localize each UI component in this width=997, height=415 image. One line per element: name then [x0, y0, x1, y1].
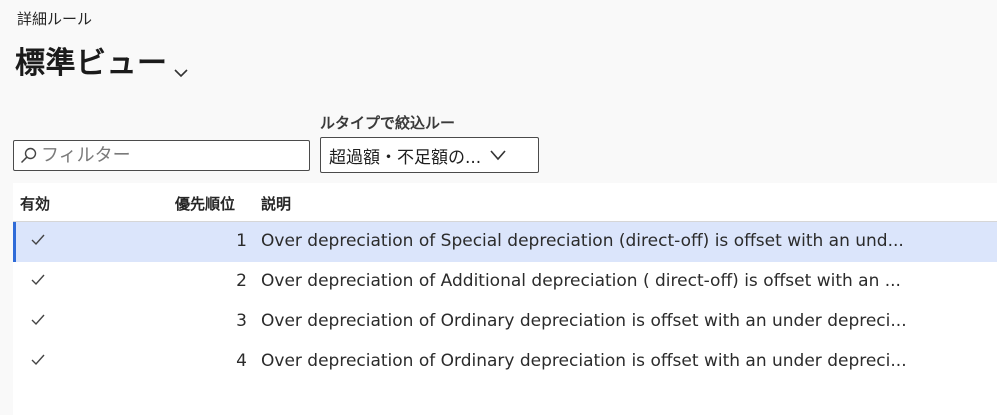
- column-header-priority[interactable]: 優先順位: [175, 193, 235, 214]
- rule-type-selected-value: 超過額・不足額の...: [329, 147, 482, 168]
- chevron-down-icon: [490, 150, 506, 161]
- view-title: 標準ビュー: [15, 46, 168, 81]
- search-icon: [20, 147, 37, 164]
- row-description: Over depreciation of Ordinary depreciati…: [261, 311, 907, 331]
- row-priority: 3: [236, 311, 247, 331]
- rules-grid: 有効 優先順位 説明 1 Over depreciation of Specia…: [13, 183, 997, 415]
- checkmark-icon: [31, 354, 45, 366]
- table-row[interactable]: 1 Over depreciation of Special depreciat…: [13, 222, 997, 262]
- row-priority: 2: [236, 271, 247, 291]
- checkmark-icon: [31, 234, 45, 246]
- chevron-down-icon: [173, 69, 188, 78]
- filter-field[interactable]: [13, 140, 310, 171]
- column-header-enabled[interactable]: 有効: [20, 193, 50, 214]
- grid-header: 有効 優先順位 説明: [13, 183, 997, 222]
- table-row[interactable]: 3 Over depreciation of Ordinary deprecia…: [13, 302, 997, 342]
- checkmark-icon: [31, 274, 45, 286]
- table-row[interactable]: 4 Over depreciation of Ordinary deprecia…: [13, 342, 997, 382]
- row-description: Over depreciation of Additional deprecia…: [261, 271, 901, 291]
- row-description: Over depreciation of Special depreciatio…: [261, 231, 904, 251]
- column-header-description[interactable]: 説明: [261, 193, 291, 214]
- rule-type-select[interactable]: 超過額・不足額の...: [320, 137, 539, 173]
- row-priority: 4: [236, 351, 247, 371]
- detail-rules-page: 詳細ルール 標準ビュー ルタイプで絞込ルー 超過額・不足額の... 有効 優先順…: [0, 0, 997, 415]
- rule-type-filter-label: ルタイプで絞込ルー: [320, 114, 456, 132]
- page-caption: 詳細ルール: [17, 10, 93, 28]
- filter-input[interactable]: [41, 145, 301, 166]
- row-description: Over depreciation of Ordinary depreciati…: [261, 351, 907, 371]
- row-priority: 1: [236, 231, 247, 251]
- checkmark-icon: [31, 314, 45, 326]
- view-selector[interactable]: 標準ビュー: [15, 46, 189, 82]
- table-row[interactable]: 2 Over depreciation of Additional deprec…: [13, 262, 997, 302]
